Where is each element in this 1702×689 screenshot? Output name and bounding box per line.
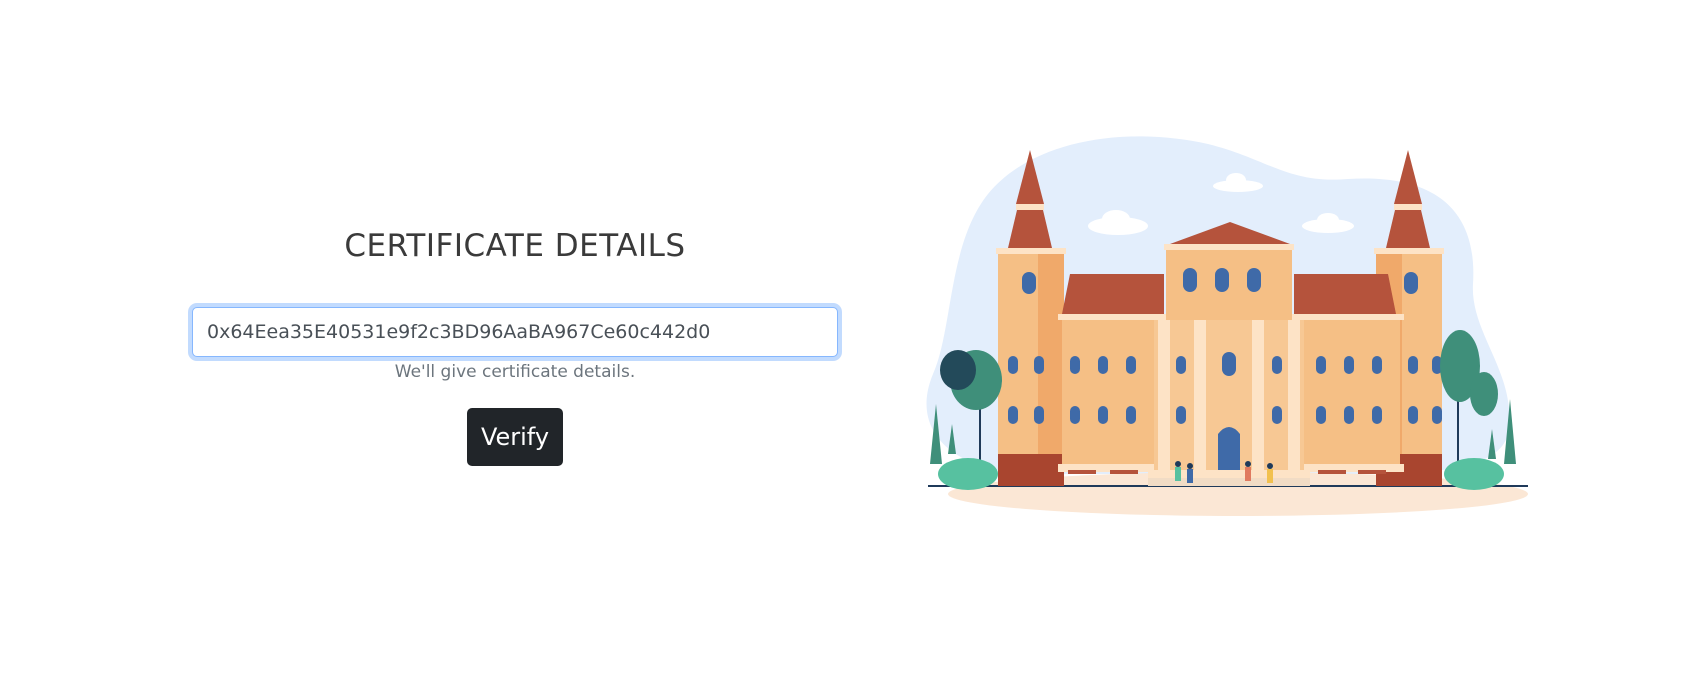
page: CERTIFICATE DETAILS We'll give certifica… xyxy=(0,0,1702,689)
verify-button[interactable]: Verify xyxy=(467,408,563,466)
certificate-address-input[interactable] xyxy=(192,307,838,357)
page-title: CERTIFICATE DETAILS xyxy=(344,228,686,264)
university-building-illustration xyxy=(926,136,1528,516)
certificate-input-wrapper xyxy=(192,307,838,357)
input-help-text: We'll give certificate details. xyxy=(394,362,636,382)
certificate-form: CERTIFICATE DETAILS We'll give certifica… xyxy=(192,0,838,689)
